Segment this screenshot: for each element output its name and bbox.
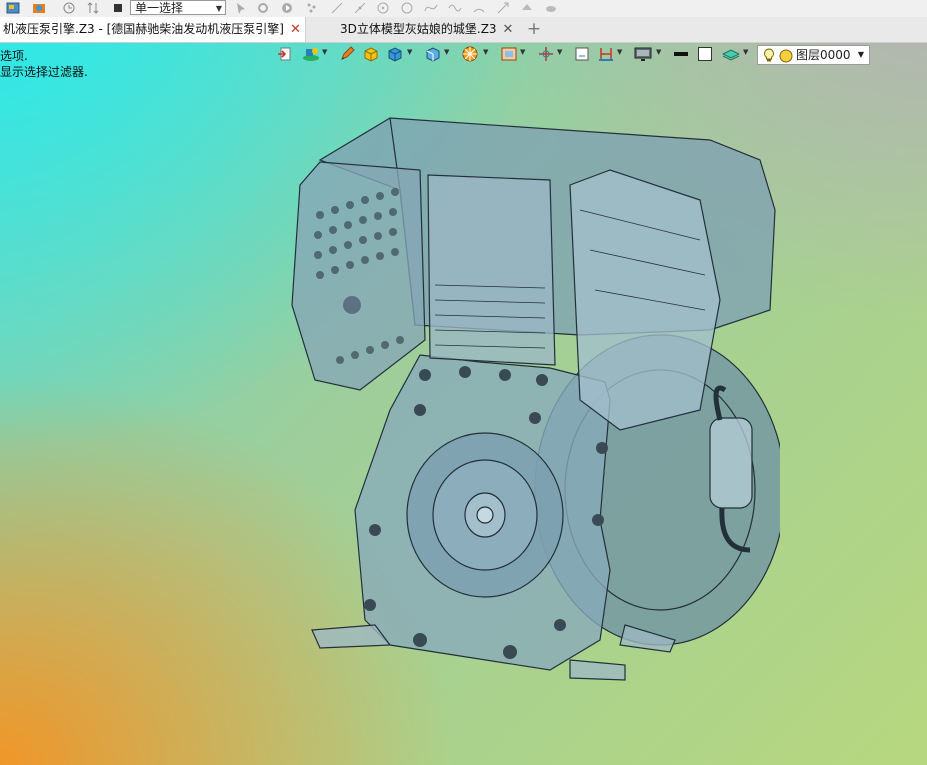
monitor-icon[interactable] xyxy=(634,44,652,64)
tab-label: 3D立体模型灰姑娘的城堡.Z3 xyxy=(340,22,497,36)
engine-model[interactable] xyxy=(280,100,780,685)
pick-icon[interactable] xyxy=(234,1,248,15)
app-icon[interactable] xyxy=(6,1,20,15)
spline-icon[interactable] xyxy=(424,1,438,15)
add-tab-icon[interactable]: + xyxy=(526,17,542,42)
fill-color-icon[interactable] xyxy=(696,44,714,64)
exit-icon[interactable] xyxy=(276,44,294,64)
cube-view-icon[interactable] xyxy=(424,44,442,64)
layer-stack-icon[interactable] xyxy=(722,44,740,64)
circle-point-icon[interactable] xyxy=(376,1,390,15)
chevron-down-icon: ▼ xyxy=(215,4,222,13)
wave-icon[interactable] xyxy=(448,1,462,15)
filter-arrows-icon[interactable] xyxy=(86,1,100,15)
surface-icon[interactable] xyxy=(544,1,558,15)
lightbulb-icon[interactable] xyxy=(762,48,776,63)
document-tabs: 机液压泵引擎.Z3 - [德国赫驰柴油发动机液压泵引擎] ✕ 3D立体模型灰姑娘的… xyxy=(0,17,927,43)
close-icon[interactable]: ✕ xyxy=(290,17,301,42)
chevron-down-icon[interactable]: ▼ xyxy=(656,48,661,56)
line-color-icon[interactable] xyxy=(672,44,690,64)
chevron-down-icon[interactable]: ▼ xyxy=(557,48,562,56)
prompt-line-1: 选项. xyxy=(0,49,28,63)
layer-dropdown[interactable]: 图层0000 ▼ xyxy=(757,45,870,65)
chevron-down-icon[interactable]: ▼ xyxy=(520,48,525,56)
chevron-down-icon[interactable]: ▼ xyxy=(444,48,449,56)
close-icon[interactable]: ✕ xyxy=(503,17,514,42)
layer-color-icon[interactable] xyxy=(779,49,793,63)
view-frame-icon[interactable] xyxy=(500,44,518,64)
main-toolbar: 单一选择 ▼ xyxy=(0,0,927,18)
selection-mode-dropdown[interactable]: 单一选择 ▼ xyxy=(130,0,226,15)
history-icon[interactable] xyxy=(62,1,76,15)
tab-label: 机液压泵引擎.Z3 - [德国赫驰柴油发动机液压泵引擎] xyxy=(3,22,284,36)
layer-name: 图层0000 xyxy=(796,48,851,62)
color-wheel-icon[interactable] xyxy=(461,44,479,64)
cube-blue-icon[interactable] xyxy=(386,44,404,64)
doc-icon[interactable] xyxy=(573,44,591,64)
stop-icon[interactable] xyxy=(111,1,125,15)
prompt-line-2: 显示选择过滤器. xyxy=(0,65,88,79)
tab-castle-model[interactable]: 3D立体模型灰姑娘的城堡.Z3 ✕ xyxy=(340,17,514,42)
box-yellow-icon[interactable] xyxy=(362,44,380,64)
chevron-down-icon: ▼ xyxy=(857,50,864,59)
chevron-down-icon[interactable]: ▼ xyxy=(617,48,622,56)
face-icon[interactable] xyxy=(520,1,534,15)
pencil-icon[interactable] xyxy=(338,44,356,64)
axis-icon[interactable] xyxy=(537,44,555,64)
chevron-down-icon[interactable]: ▼ xyxy=(743,48,748,56)
chevron-down-icon[interactable]: ▼ xyxy=(483,48,488,56)
play-icon[interactable] xyxy=(280,1,294,15)
arc-icon[interactable] xyxy=(472,1,486,15)
circle-icon[interactable] xyxy=(400,1,414,15)
section-icon[interactable] xyxy=(597,44,615,64)
selection-mode-value: 单一选择 xyxy=(135,1,184,15)
pick-gear-icon[interactable] xyxy=(256,1,270,15)
line-point-icon[interactable] xyxy=(353,1,367,15)
points-icon[interactable] xyxy=(305,1,319,15)
open-icon[interactable] xyxy=(32,1,46,15)
render-mode-icon[interactable] xyxy=(302,44,320,64)
chevron-down-icon[interactable]: ▼ xyxy=(407,48,412,56)
line-icon[interactable] xyxy=(330,1,344,15)
chevron-down-icon[interactable]: ▼ xyxy=(322,48,327,56)
arrow-line-icon[interactable] xyxy=(496,1,510,15)
tab-engine-model[interactable]: 机液压泵引擎.Z3 - [德国赫驰柴油发动机液压泵引擎] ✕ xyxy=(0,17,306,42)
